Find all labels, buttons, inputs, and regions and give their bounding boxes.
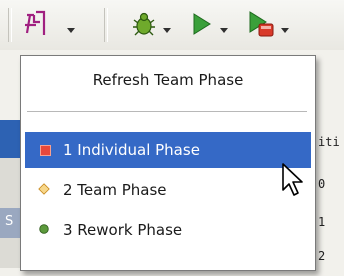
menu-item-team-phase[interactable]: 2 Team Phase [25, 172, 311, 208]
toolbar [0, 0, 344, 50]
chevron-down-icon[interactable] [67, 28, 75, 33]
phase-dropdown-menu: Refresh Team Phase 1 Individual Phase 2 … [20, 55, 316, 271]
chevron-down-icon[interactable] [163, 28, 171, 33]
background-text: 0 [318, 177, 326, 191]
phase-button[interactable] [22, 8, 75, 42]
left-panel-text: S [5, 214, 14, 229]
background-text: 2 [318, 249, 326, 263]
menu-item-rework-phase[interactable]: 3 Rework Phase [25, 212, 311, 248]
menu-separator [27, 111, 307, 113]
mouse-cursor-icon [282, 163, 303, 196]
background-text: iti [318, 135, 340, 149]
menu-item-individual-phase[interactable]: 1 Individual Phase [25, 132, 311, 168]
refresh-team-phase-menu-item[interactable]: Refresh Team Phase [21, 62, 315, 98]
external-tools-icon [249, 11, 274, 37]
orange-diamond-icon [38, 183, 50, 195]
toolbar-separator [104, 8, 108, 42]
debug-button[interactable] [130, 8, 180, 42]
run-icon [193, 13, 211, 35]
toolbar-separator [8, 8, 12, 42]
menu-item-label: 3 Rework Phase [63, 221, 183, 239]
menu-item-label: 2 Team Phase [63, 181, 167, 199]
red-square-icon [40, 145, 51, 156]
left-panel-row: S [0, 208, 22, 238]
bug-icon [133, 12, 155, 36]
external-tools-button[interactable] [246, 8, 298, 42]
run-button[interactable] [188, 8, 238, 42]
chevron-down-icon[interactable] [281, 28, 289, 33]
menu-item-label: 1 Individual Phase [63, 141, 200, 159]
green-circle-icon [39, 224, 49, 234]
chevron-down-icon[interactable] [220, 28, 228, 33]
background-text: 1 [318, 215, 326, 229]
left-panel-selection [0, 120, 22, 158]
phase-icon [25, 10, 46, 35]
